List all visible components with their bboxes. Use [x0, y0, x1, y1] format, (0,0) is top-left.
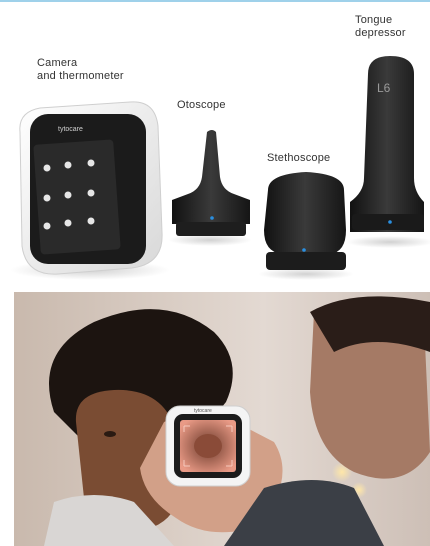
device-brand-text: tytocare	[58, 126, 83, 133]
tongue-depressor-mark: L6	[377, 81, 391, 95]
otoscope-label: Otoscope	[177, 99, 226, 111]
child-ear-exam-photo: tytocare	[14, 292, 430, 546]
page: tytocare L6 Camera and thermometer Otosc…	[0, 0, 430, 546]
photo-device-brand: tytocare	[194, 408, 212, 414]
product-kit-illustration: tytocare L6	[10, 56, 430, 280]
main-device-camera-thermometer: tytocare	[10, 101, 170, 280]
tongue-depressor-device: L6	[346, 56, 430, 248]
exam-photo: tytocare	[14, 292, 430, 546]
tongue-depressor-label: Tongue depressor	[355, 14, 406, 39]
camera-thermometer-label: Camera and thermometer	[37, 57, 124, 82]
otoscope-device	[168, 130, 252, 246]
stethoscope-device	[258, 172, 354, 280]
handheld-device-in-photo: tytocare	[165, 405, 251, 487]
stethoscope-label: Stethoscope	[267, 152, 331, 164]
product-kit-panel: tytocare L6 Camera and thermometer Otosc…	[0, 2, 430, 288]
